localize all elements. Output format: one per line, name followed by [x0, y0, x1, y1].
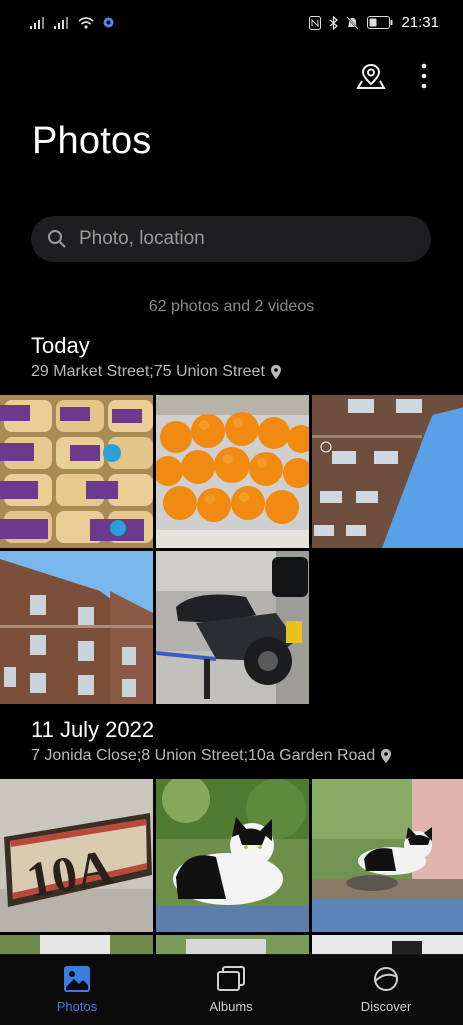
location-pin-icon	[381, 749, 392, 763]
location-pin-icon	[270, 365, 281, 379]
photo-thumbnail[interactable]	[312, 395, 463, 548]
photo-thumbnail[interactable]: 10A	[0, 779, 153, 932]
search-icon	[47, 229, 67, 249]
signal-icon-2	[54, 16, 68, 29]
section-location[interactable]: 7 Jonida Close;8 Union Street;10a Garden…	[31, 747, 392, 765]
search-input[interactable]	[77, 227, 401, 251]
photo-grid-today	[0, 395, 463, 704]
bluetooth-icon	[330, 15, 339, 30]
photo-thumbnail[interactable]	[0, 935, 153, 954]
top-action-bar	[0, 55, 463, 95]
battery-icon	[367, 16, 393, 29]
photo-grid-july-next-row	[0, 935, 463, 954]
section-location-text: 7 Jonida Close;8 Union Street;10a Garden…	[31, 747, 376, 764]
photo-thumbnail[interactable]	[156, 935, 309, 954]
photos-icon	[64, 966, 90, 992]
nav-discover[interactable]: Discover	[326, 965, 446, 1014]
nav-photos-label: Photos	[56, 999, 98, 1014]
section-location-text: 29 Market Street;75 Union Street	[31, 363, 265, 380]
status-time: 21:31	[401, 14, 439, 31]
section-location[interactable]: 29 Market Street;75 Union Street	[31, 363, 281, 381]
photo-grid-july: 10A	[0, 779, 463, 932]
albums-icon	[217, 966, 245, 991]
wifi-icon	[78, 16, 94, 29]
nfc-icon	[309, 15, 322, 30]
more-vertical-icon	[421, 63, 427, 89]
settings-gear-icon	[103, 17, 114, 28]
page-title: Photos	[32, 120, 152, 162]
section-date: 11 July 2022	[31, 717, 155, 742]
photo-thumbnail[interactable]	[0, 551, 153, 704]
mute-bell-icon	[346, 15, 360, 30]
nav-albums[interactable]: Albums	[171, 965, 291, 1014]
more-options-button[interactable]	[414, 59, 434, 93]
photo-thumbnail[interactable]	[156, 395, 309, 548]
nav-photos[interactable]: Photos	[17, 965, 137, 1014]
photo-thumbnail[interactable]	[156, 779, 309, 932]
discover-icon	[374, 967, 398, 991]
section-date: Today	[31, 333, 90, 358]
photo-thumbnail[interactable]	[312, 779, 463, 932]
media-count: 62 photos and 2 videos	[148, 298, 315, 315]
nav-albums-label: Albums	[209, 999, 253, 1014]
search-bar[interactable]	[31, 216, 431, 262]
nav-discover-label: Discover	[360, 999, 412, 1014]
map-button[interactable]	[355, 59, 387, 93]
bottom-navigation: Photos Albums Discover	[0, 954, 463, 1025]
photo-thumbnail[interactable]	[156, 551, 309, 704]
map-pin-icon	[356, 63, 386, 89]
status-bar: 21:31	[0, 0, 463, 50]
photo-thumbnail[interactable]	[312, 935, 463, 954]
photo-thumbnail[interactable]	[0, 395, 153, 548]
signal-icon	[30, 16, 44, 29]
